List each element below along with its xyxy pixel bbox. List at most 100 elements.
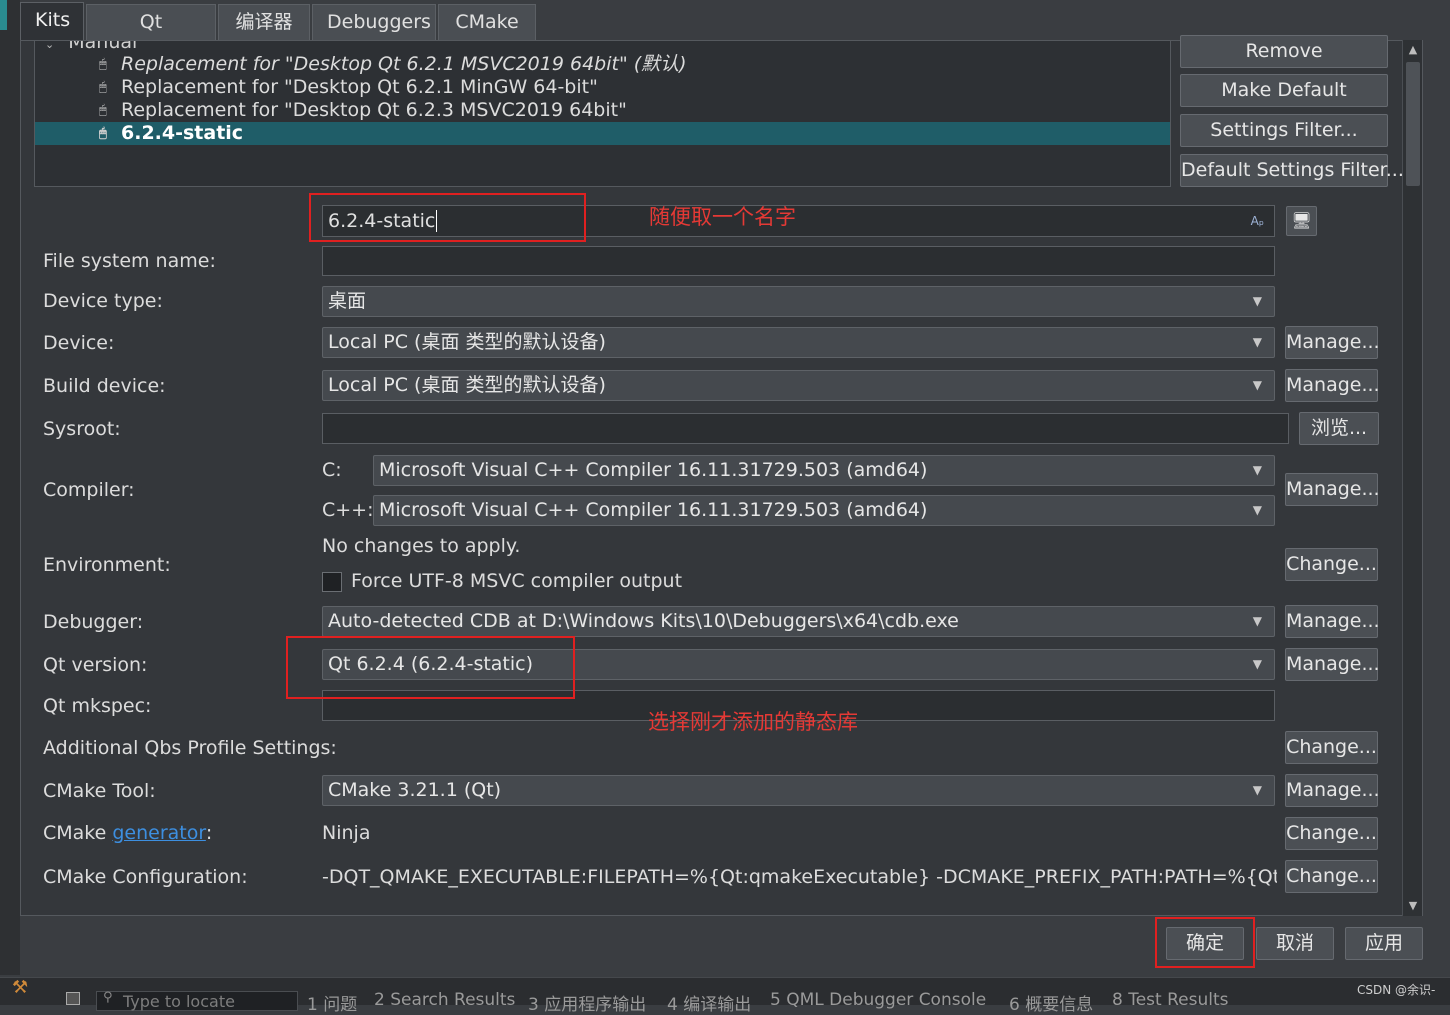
sidebar-toggle-icon[interactable] xyxy=(66,992,80,1005)
device-value: Local PC (桌面 类型的默认设备) xyxy=(328,331,606,353)
annotation-qt-version-hint: 选择刚才添加的静态库 xyxy=(648,710,858,734)
tree-item-label: Replacement for "Desktop Qt 6.2.3 MSVC20… xyxy=(121,99,627,121)
search-icon: ⚲ xyxy=(103,990,113,1005)
tree-group-manual[interactable]: ⌄ Manual xyxy=(45,40,138,53)
status-tab-application-output[interactable]: 3 应用程序输出 xyxy=(528,990,646,1015)
cmake-generator-change-button[interactable]: Change... xyxy=(1285,817,1378,850)
locator-search-input[interactable]: ⚲ Type to locate xyxy=(96,990,298,1011)
watermark: CSDN @余识- xyxy=(1357,983,1436,997)
annotation-box-qt-version xyxy=(286,636,575,699)
status-tab-issues[interactable]: 1 问题 xyxy=(307,990,357,1015)
cmake-generator-label: CMake generator: xyxy=(43,822,212,844)
cmake-generator-label-prefix: CMake xyxy=(43,822,113,844)
left-sidebar-accent xyxy=(0,0,7,30)
qbs-change-button[interactable]: Change... xyxy=(1285,731,1378,764)
kit-icon-button[interactable]: 🖥 xyxy=(1286,206,1317,236)
device-manage-button[interactable]: Manage... xyxy=(1285,326,1380,359)
tree-item-kit-selected[interactable]: 🖱 6.2.4-static xyxy=(35,122,1170,145)
device-type-value: 桌面 xyxy=(328,290,367,312)
cmake-tool-label: CMake Tool: xyxy=(43,780,156,802)
environment-change-button[interactable]: Change... xyxy=(1285,548,1378,581)
tree-item-kit[interactable]: 🖱 Replacement for "Desktop Qt 6.2.3 MSVC… xyxy=(35,99,1170,122)
build-device-value: Local PC (桌面 类型的默认设备) xyxy=(328,374,606,396)
environment-label: Environment: xyxy=(43,554,171,576)
debugger-combo[interactable]: Auto-detected CDB at D:\Windows Kits\10\… xyxy=(322,606,1275,637)
cmake-config-value: -DQT_QMAKE_EXECUTABLE:FILEPATH=%{Qt:qmak… xyxy=(322,866,1277,888)
chevron-down-icon: ▼ xyxy=(1252,503,1262,517)
chevron-down-icon: ▼ xyxy=(1252,378,1262,392)
kit-tree[interactable]: ⌄ Manual 🖱 Replacement for "Desktop Qt 6… xyxy=(34,40,1171,187)
left-sidebar-strip xyxy=(0,0,20,975)
annotation-name-hint: 随便取一个名字 xyxy=(649,205,796,229)
sysroot-input[interactable] xyxy=(322,413,1289,444)
scroll-up-icon[interactable]: ▲ xyxy=(1403,40,1423,60)
qbs-profile-label: Additional Qbs Profile Settings: xyxy=(43,737,337,759)
tree-item-label: 6.2.4-static xyxy=(121,122,244,144)
locator-placeholder: Type to locate xyxy=(123,992,235,1011)
cmake-tool-manage-button[interactable]: Manage... xyxy=(1285,774,1380,807)
scrollbar-thumb[interactable] xyxy=(1406,62,1420,186)
settings-filter-button[interactable]: Settings Filter... xyxy=(1180,114,1388,147)
cmake-config-change-button[interactable]: Change... xyxy=(1285,860,1378,893)
compiler-label: Compiler: xyxy=(43,479,135,501)
compiler-manage-button[interactable]: Manage... xyxy=(1285,473,1380,506)
compiler-cpp-value: Microsoft Visual C++ Compiler 16.11.3172… xyxy=(379,499,928,521)
device-type-combo[interactable]: 桌面 ▼ xyxy=(322,286,1275,317)
monitor-icon: 🖱 xyxy=(99,103,107,118)
tab-debuggers[interactable]: Debuggers xyxy=(312,4,436,41)
cancel-button[interactable]: 取消 xyxy=(1256,927,1334,960)
sysroot-browse-button[interactable]: 浏览... xyxy=(1299,412,1379,445)
make-default-button[interactable]: Make Default xyxy=(1180,74,1388,107)
build-device-label: Build device: xyxy=(43,375,166,397)
tree-item-kit[interactable]: 🖱 Replacement for "Desktop Qt 6.2.1 MinG… xyxy=(35,76,1170,99)
tree-group-label: Manual xyxy=(68,40,138,53)
tab-cmake[interactable]: CMake xyxy=(438,4,536,41)
hammer-icon[interactable]: ⚒ xyxy=(12,977,28,998)
force-utf8-checkbox[interactable] xyxy=(322,572,342,592)
cmake-generator-label-suffix: : xyxy=(205,822,213,844)
tree-item-label: Replacement for "Desktop Qt 6.2.1 MSVC20… xyxy=(121,53,687,75)
status-tab-general-messages[interactable]: 6 概要信息 xyxy=(1009,990,1093,1015)
build-device-combo[interactable]: Local PC (桌面 类型的默认设备) ▼ xyxy=(322,370,1275,401)
chevron-down-icon: ▼ xyxy=(1252,294,1262,308)
vertical-scrollbar[interactable]: ▲ ▼ xyxy=(1402,40,1422,916)
compiler-c-combo[interactable]: Microsoft Visual C++ Compiler 16.11.3172… xyxy=(373,455,1275,486)
build-device-manage-button[interactable]: Manage... xyxy=(1285,369,1380,402)
default-settings-filter-button[interactable]: Default Settings Filter... xyxy=(1180,154,1404,187)
device-label: Device: xyxy=(43,332,115,354)
chevron-down-icon: ▼ xyxy=(1252,657,1262,671)
tree-item-kit[interactable]: 🖱 Replacement for "Desktop Qt 6.2.1 MSVC… xyxy=(35,53,1170,76)
chevron-down-icon[interactable]: ⌄ xyxy=(45,41,54,51)
debugger-manage-button[interactable]: Manage... xyxy=(1285,605,1380,638)
chevron-down-icon: ▼ xyxy=(1252,463,1262,477)
tab-compilers[interactable]: 编译器 xyxy=(218,4,310,41)
device-combo[interactable]: Local PC (桌面 类型的默认设备) ▼ xyxy=(322,327,1275,358)
debugger-value: Auto-detected CDB at D:\Windows Kits\10\… xyxy=(328,610,959,632)
annotation-box-name xyxy=(309,193,586,242)
file-system-name-label: File system name: xyxy=(43,250,216,272)
tab-qt-versions[interactable]: Qt Versions xyxy=(86,4,216,68)
monitor-icon: 🖱 xyxy=(99,126,107,141)
debugger-label: Debugger: xyxy=(43,611,144,633)
compiler-cpp-combo[interactable]: Microsoft Visual C++ Compiler 16.11.3172… xyxy=(373,495,1275,526)
file-system-name-input[interactable] xyxy=(322,246,1275,276)
apply-button[interactable]: 应用 xyxy=(1345,927,1423,960)
scroll-down-icon[interactable]: ▼ xyxy=(1403,896,1423,916)
status-tab-qml-debugger-console[interactable]: 5 QML Debugger Console xyxy=(770,990,986,1010)
status-tab-compile-output[interactable]: 4 编译输出 xyxy=(667,990,751,1015)
remove-button[interactable]: Remove xyxy=(1180,35,1388,68)
tab-kits[interactable]: Kits xyxy=(20,2,84,41)
compiler-c-value: Microsoft Visual C++ Compiler 16.11.3172… xyxy=(379,459,928,481)
qt-version-manage-button[interactable]: Manage... xyxy=(1285,648,1380,681)
monitor-icon: 🖱 xyxy=(99,57,107,72)
qt-version-label: Qt version: xyxy=(43,654,148,676)
chevron-down-icon: ▼ xyxy=(1252,335,1262,349)
status-tab-test-results[interactable]: 8 Test Results xyxy=(1112,990,1229,1010)
cmake-config-label: CMake Configuration: xyxy=(43,866,248,888)
compiler-c-prefix: C: xyxy=(322,459,342,481)
status-tab-search-results[interactable]: 2 Search Results xyxy=(374,990,515,1010)
cmake-generator-link[interactable]: generator xyxy=(112,822,206,844)
annotation-box-ok xyxy=(1155,917,1255,968)
text-direction-icon: Aₚ xyxy=(1250,214,1264,228)
cmake-tool-combo[interactable]: CMake 3.21.1 (Qt) ▼ xyxy=(322,775,1275,806)
